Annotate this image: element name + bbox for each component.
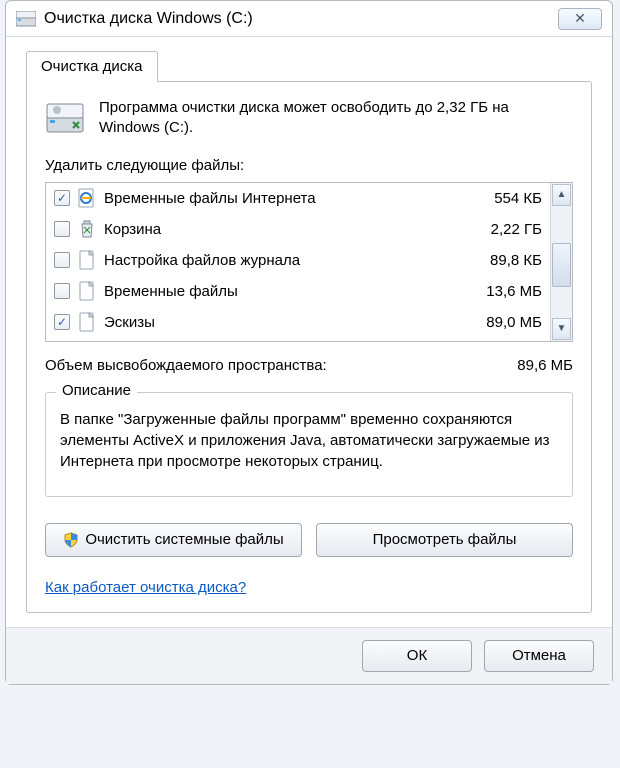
view-files-button[interactable]: Просмотреть файлы (316, 523, 573, 557)
list-item-size: 554 КБ (464, 190, 542, 207)
scroll-thumb[interactable] (552, 243, 571, 287)
close-button[interactable]: ✕ (558, 8, 602, 30)
checkbox[interactable] (54, 221, 70, 237)
content-area: Очистка диска Программа очистки диска мо… (6, 37, 612, 627)
file-icon (78, 312, 96, 332)
description-group: Описание В папке "Загруженные файлы прог… (45, 392, 573, 497)
help-link[interactable]: Как работает очистка диска? (45, 579, 246, 596)
intro-block: Программа очистки диска может освободить… (45, 98, 573, 139)
disk-cleanup-icon (16, 11, 36, 27)
list-item-label: Корзина (104, 221, 456, 238)
dialog-window: Очистка диска Windows (C:) ✕ Очистка дис… (5, 0, 613, 685)
list-item-size: 89,8 КБ (464, 252, 542, 269)
tab-cleanup[interactable]: Очистка диска (26, 51, 158, 82)
list-item[interactable]: ✓ Эскизы 89,0 МБ (46, 307, 550, 338)
window-title: Очистка диска Windows (C:) (44, 10, 558, 28)
list-item[interactable]: Корзина 2,22 ГБ (46, 214, 550, 245)
file-list-rows: ✓ Временные файлы Интернета 554 КБ (46, 183, 550, 341)
file-icon (78, 250, 96, 270)
scroll-up-button[interactable]: ▲ (552, 184, 571, 206)
freed-space-row: Объем высвобождаемого пространства: 89,6… (45, 357, 573, 374)
tab-panel: Программа очистки диска может освободить… (26, 81, 592, 613)
description-text: В папке "Загруженные файлы программ" вре… (60, 409, 558, 472)
list-item-label: Временные файлы (104, 283, 456, 300)
list-item-label: Эскизы (104, 314, 456, 331)
list-item-size: 89,0 МБ (464, 314, 542, 331)
delete-files-label: Удалить следующие файлы: (45, 157, 573, 174)
uac-shield-icon (63, 532, 79, 548)
clean-system-files-label: Очистить системные файлы (85, 531, 283, 548)
titlebar[interactable]: Очистка диска Windows (C:) ✕ (6, 1, 612, 37)
recycle-bin-icon (78, 219, 96, 239)
scroll-down-button[interactable]: ▼ (552, 318, 571, 340)
list-item-size: 2,22 ГБ (464, 221, 542, 238)
list-item[interactable]: Настройка файлов журнала 89,8 КБ (46, 245, 550, 276)
checkbox[interactable]: ✓ (54, 190, 70, 206)
freed-space-value: 89,6 МБ (517, 357, 573, 374)
view-files-label: Просмотреть файлы (373, 531, 517, 548)
ok-button[interactable]: ОК (362, 640, 472, 672)
checkbox[interactable] (54, 283, 70, 299)
clean-system-files-button[interactable]: Очистить системные файлы (45, 523, 302, 557)
ie-file-icon (78, 188, 96, 208)
description-legend: Описание (56, 382, 137, 399)
scroll-track[interactable] (551, 207, 572, 317)
file-list: ✓ Временные файлы Интернета 554 КБ (45, 182, 573, 342)
list-item-size: 13,6 МБ (464, 283, 542, 300)
file-icon (78, 281, 96, 301)
checkbox[interactable] (54, 252, 70, 268)
dialog-bottom-bar: ОК Отмена (6, 627, 612, 684)
list-item-label: Настройка файлов журнала (104, 252, 456, 269)
disk-cleanup-large-icon (45, 98, 85, 138)
list-item[interactable]: Временные файлы 13,6 МБ (46, 276, 550, 307)
cancel-button[interactable]: Отмена (484, 640, 594, 672)
tabstrip: Очистка диска (26, 51, 592, 82)
intro-text: Программа очистки диска может освободить… (99, 98, 573, 139)
action-buttons: Очистить системные файлы Просмотреть фай… (45, 523, 573, 557)
checkbox[interactable]: ✓ (54, 314, 70, 330)
scrollbar[interactable]: ▲ ▼ (550, 183, 572, 341)
list-item[interactable]: ✓ Временные файлы Интернета 554 КБ (46, 183, 550, 214)
freed-space-label: Объем высвобождаемого пространства: (45, 357, 517, 374)
list-item-label: Временные файлы Интернета (104, 190, 456, 207)
